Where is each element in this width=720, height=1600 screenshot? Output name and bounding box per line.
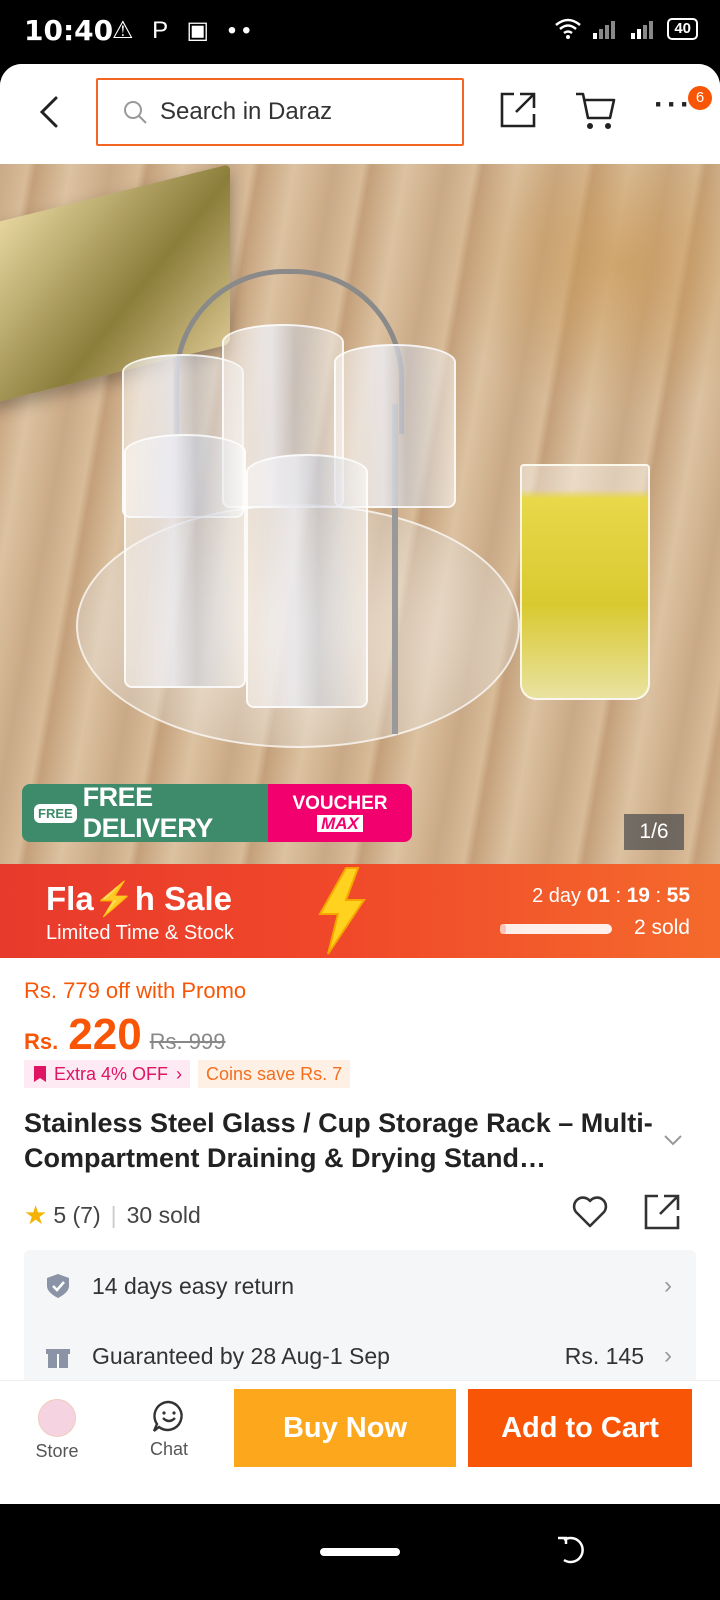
flash-sale-title: Fla⚡h Sale [46,880,232,917]
flash-sold-count: 2 sold [633,916,690,939]
back-arrow-icon[interactable] [30,92,70,132]
store-logo-icon [38,1399,76,1437]
signal-icon [593,21,616,39]
timer-seconds: 55 [666,884,690,907]
rating-row[interactable]: ★ 5 (7) | 30 sold [24,1200,201,1231]
rating-value: 5 [53,1202,67,1228]
status-bar: 10:40 ⚠ P ▣ •• 40 [0,0,720,64]
extra-off-tag[interactable]: Extra 4% OFF › [24,1060,191,1088]
product-title: Stainless Steel Glass / Cup Storage Rack… [24,1108,653,1173]
countdown-timer: 2 day 01 : 19 : 55 [532,884,690,907]
price-row: Rs. 220 Rs. 999 [24,1010,226,1060]
free-delivery-badge: FREE FREE DELIVERY [22,784,268,842]
product-image-carousel[interactable]: FREE FREE DELIVERY VOUCHER MAX 1/6 [0,164,720,864]
background-grass [440,164,720,414]
divider: | [110,1202,117,1228]
original-price: Rs. 999 [149,1029,226,1054]
return-policy-row[interactable]: 14 days easy return › [24,1254,696,1318]
discount-tags: Extra 4% OFF › Coins save Rs. 7 [24,1060,351,1088]
extra-off-label: Extra 4% OFF [54,1064,169,1084]
lightning-icon [318,867,366,955]
voucher-max-badge: VOUCHER MAX [268,784,412,842]
delivery-label: Guaranteed by 28 Aug-1 Sep [92,1342,390,1369]
timer-days: 2 day [532,885,582,907]
more-options-icon[interactable]: ··· [654,88,693,122]
store-button[interactable]: Store [24,1399,90,1462]
search-input[interactable]: Search in Daraz [96,78,464,146]
home-gesture-bar[interactable] [320,1548,400,1556]
status-time: 10:40 [24,14,114,47]
heart-icon[interactable] [570,1192,610,1232]
rotate-icon[interactable] [556,1534,588,1566]
chevron-right-icon: › [176,1064,183,1084]
flash-sale-banner: Fla⚡h Sale Limited Time & Stock 2 day 01… [0,864,720,958]
review-count: (7) [72,1202,101,1228]
voucher-max-label: MAX [317,815,363,832]
chevron-down-icon[interactable] [662,1132,684,1148]
notification-icons: ⚠ P ▣ •• [112,17,257,44]
top-header: Search in Daraz ··· 6 [0,64,720,164]
product-page: Search in Daraz ··· 6 FREE FREE DELIVERY… [0,64,720,1504]
timer-hours: 01 [586,884,610,907]
current-price: 220 [68,1010,142,1059]
cart-count-badge: 6 [688,86,712,110]
truck-icon: FREE [34,803,77,823]
system-icons: 40 [555,18,698,40]
promo-discount-text: Rs. 779 off with Promo [24,978,247,1003]
search-placeholder: Search in Daraz [160,98,333,125]
shield-check-icon [47,1274,69,1298]
cart-icon[interactable] [574,90,618,132]
add-to-cart-button[interactable]: Add to Cart [468,1389,692,1467]
timer-minutes: 19 [626,884,650,907]
delivery-row[interactable]: Guaranteed by 28 Aug-1 Sep Rs. 145 › [24,1324,696,1388]
free-delivery-label: FREE DELIVERY [82,784,214,842]
share-icon[interactable] [498,90,538,130]
juice-glass [520,464,650,700]
bottom-action-bar: Store Chat Buy Now Add to Cart [0,1380,720,1504]
wifi-icon [555,18,582,39]
glass-cup [124,434,246,688]
coins-tag: Coins save Rs. 7 [198,1060,351,1088]
flash-sale-subtitle: Limited Time & Stock [46,922,234,944]
gift-icon [46,1349,70,1368]
chevron-right-icon: › [664,1272,672,1299]
share-icon[interactable] [642,1192,682,1232]
promo-banner: FREE FREE DELIVERY VOUCHER MAX [22,784,412,842]
system-navigation-bar [0,1504,720,1600]
sold-progress-fill [500,924,506,934]
sold-count: 30 sold [126,1202,201,1228]
chevron-right-icon: › [664,1342,672,1369]
chat-button[interactable]: Chat [136,1399,202,1460]
return-policy-label: 14 days easy return [92,1272,295,1299]
star-icon: ★ [24,1200,48,1230]
image-page-indicator: 1/6 [624,814,684,850]
voucher-label: VOUCHER [292,793,388,814]
voucher-icon [34,1066,46,1082]
sold-progress-bar [500,924,612,934]
service-info-box: 14 days easy return › Guaranteed by 28 A… [24,1250,696,1390]
search-icon [124,101,147,124]
glass-cup [246,454,368,708]
chat-icon [152,1400,183,1432]
store-label: Store [35,1441,79,1461]
buy-now-button[interactable]: Buy Now [234,1389,456,1467]
chat-label: Chat [149,1439,189,1459]
delivery-fee: Rs. 145 [564,1342,644,1369]
price-currency: Rs. [24,1029,59,1054]
battery-icon: 40 [667,18,698,40]
signal-icon-2 [631,21,654,39]
